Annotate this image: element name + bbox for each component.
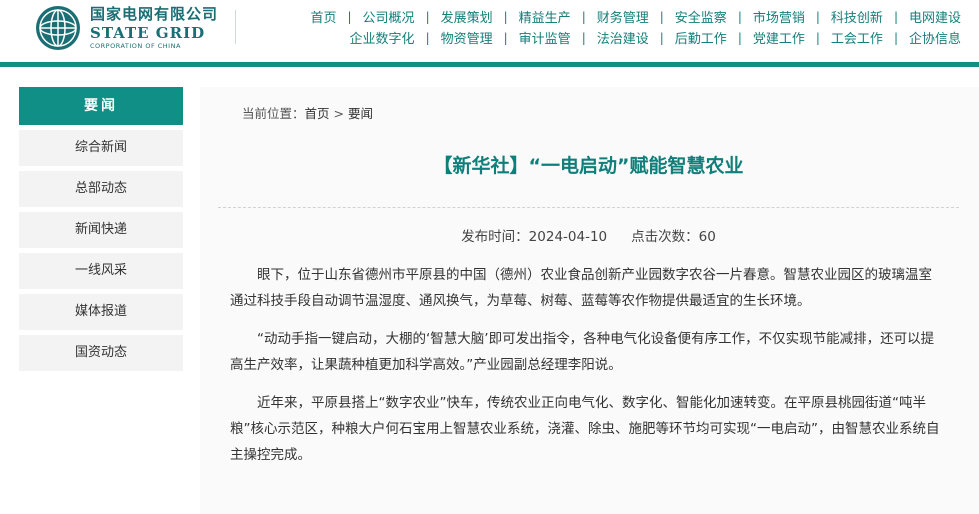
state-grid-logo-icon [36, 6, 80, 50]
nav-item[interactable]: 发展策划 [441, 7, 493, 26]
view-count: 点击次数：60 [631, 229, 716, 245]
sidebar-item-frontline[interactable]: 一线风采 [19, 253, 183, 289]
nav-item[interactable]: 财务管理 [597, 7, 649, 26]
nav-item[interactable]: 党建工作 [753, 28, 805, 47]
nav-separator: | [581, 30, 586, 45]
nav-item[interactable]: 企业数字化 [350, 28, 415, 47]
nav-separator: | [737, 30, 742, 45]
nav-item[interactable]: 精益生产 [519, 7, 571, 26]
nav-item[interactable]: 公司概况 [363, 7, 415, 26]
main-nav: 首页 | 公司概况 | 发展策划 | 精益生产 | 财务管理 | 安全监察 | 市场营销 | 科技创新 | 电网… [261, 6, 961, 48]
nav-item[interactable]: 企协信息 [909, 28, 961, 47]
logo-english-name: STATE GRID [90, 23, 206, 42]
nav-separator: | [815, 30, 820, 45]
nav-item[interactable]: 后勤工作 [675, 28, 727, 47]
sidebar-item-news-express[interactable]: 新闻快递 [19, 212, 183, 248]
nav-separator: | [425, 30, 430, 45]
nav-item[interactable]: 物资管理 [441, 28, 493, 47]
nav-separator: | [581, 9, 586, 24]
article-body: 眼下，位于山东省德州市平原县的中国（德州）农业食品创新产业园数字农谷一片春意。智… [230, 262, 944, 480]
nav-separator: | [503, 30, 508, 45]
nav-item[interactable]: 电网建设 [909, 7, 961, 26]
nav-item[interactable]: 首页 [310, 7, 336, 26]
breadcrumb-separator: > [329, 106, 348, 121]
nav-item[interactable]: 安全监察 [675, 7, 727, 26]
site-logo[interactable]: 国家电网有限公司 STATE GRID CORPORATION OF CHINA [34, 4, 218, 52]
nav-item[interactable]: 市场营销 [753, 7, 805, 26]
nav-row-1: 首页 | 公司概况 | 发展策划 | 精益生产 | 财务管理 | 安全监察 | 市场营销 | 科技创新 | 电网… [261, 6, 961, 27]
nav-separator: | [659, 9, 664, 24]
sidebar: 要闻 综合新闻 总部动态 新闻快递 一线风采 媒体报道 国资动态 [19, 87, 183, 371]
nav-separator: | [815, 9, 820, 24]
nav-separator: | [659, 30, 664, 45]
article-paragraph: 眼下，位于山东省德州市平原县的中国（德州）农业食品创新产业园数字农谷一片春意。智… [230, 267, 932, 309]
nav-separator: | [347, 9, 352, 24]
article-paragraph: “动动手指一键启动，大棚的‘智慧大脑’即可发出指令，各种电气化设备便有序工作，不… [230, 331, 935, 373]
title-divider [218, 207, 959, 208]
publish-time: 发布时间：2024-04-10 [461, 229, 608, 245]
article-title: 【新华社】“一电启动”赋能智慧农业 [433, 155, 744, 177]
logo-english-sub: CORPORATION OF CHINA [90, 41, 181, 50]
nav-separator: | [425, 9, 430, 24]
breadcrumb-prefix: 当前位置： [242, 106, 305, 121]
sidebar-item-sasac-news[interactable]: 国资动态 [19, 335, 183, 371]
nav-separator: | [737, 9, 742, 24]
sidebar-title: 要闻 [19, 87, 183, 125]
sidebar-item-media-reports[interactable]: 媒体报道 [19, 294, 183, 330]
nav-item[interactable]: 法治建设 [597, 28, 649, 47]
nav-item[interactable]: 工会工作 [831, 28, 883, 47]
breadcrumb-home-link[interactable]: 首页 [305, 106, 330, 121]
article-panel: 当前位置：首页 > 要闻 【新华社】“一电启动”赋能智慧农业 发布时间：2024… [200, 87, 979, 514]
breadcrumb: 当前位置：首页 > 要闻 [242, 103, 373, 122]
logo-divider [235, 10, 236, 44]
logo-text: 国家电网有限公司 STATE GRID CORPORATION OF CHINA [90, 4, 219, 50]
nav-item[interactable]: 科技创新 [831, 7, 883, 26]
breadcrumb-current[interactable]: 要闻 [348, 106, 373, 121]
article-paragraph: 近年来，平原县搭上“数字农业”快车，传统农业正向电气化、数字化、智能化加速转变。… [230, 395, 940, 463]
sidebar-item-headquarters-news[interactable]: 总部动态 [19, 171, 183, 207]
nav-row-2: 企业数字化 | 物资管理 | 审计监管 | 法治建设 | 后勤工作 | 党建工作 | 工会工作 | 企协信息 [261, 27, 961, 48]
logo-chinese-name: 国家电网有限公司 [90, 4, 219, 23]
header-accent-bar [0, 62, 979, 67]
nav-separator: | [503, 9, 508, 24]
nav-item[interactable]: 审计监管 [519, 28, 571, 47]
nav-separator: | [893, 30, 898, 45]
site-header: 国家电网有限公司 STATE GRID CORPORATION OF CHINA… [0, 0, 979, 62]
article-meta: 发布时间：2024-04-10 点击次数：60 [218, 225, 959, 245]
sidebar-item-comprehensive-news[interactable]: 综合新闻 [19, 130, 183, 166]
nav-separator: | [893, 9, 898, 24]
